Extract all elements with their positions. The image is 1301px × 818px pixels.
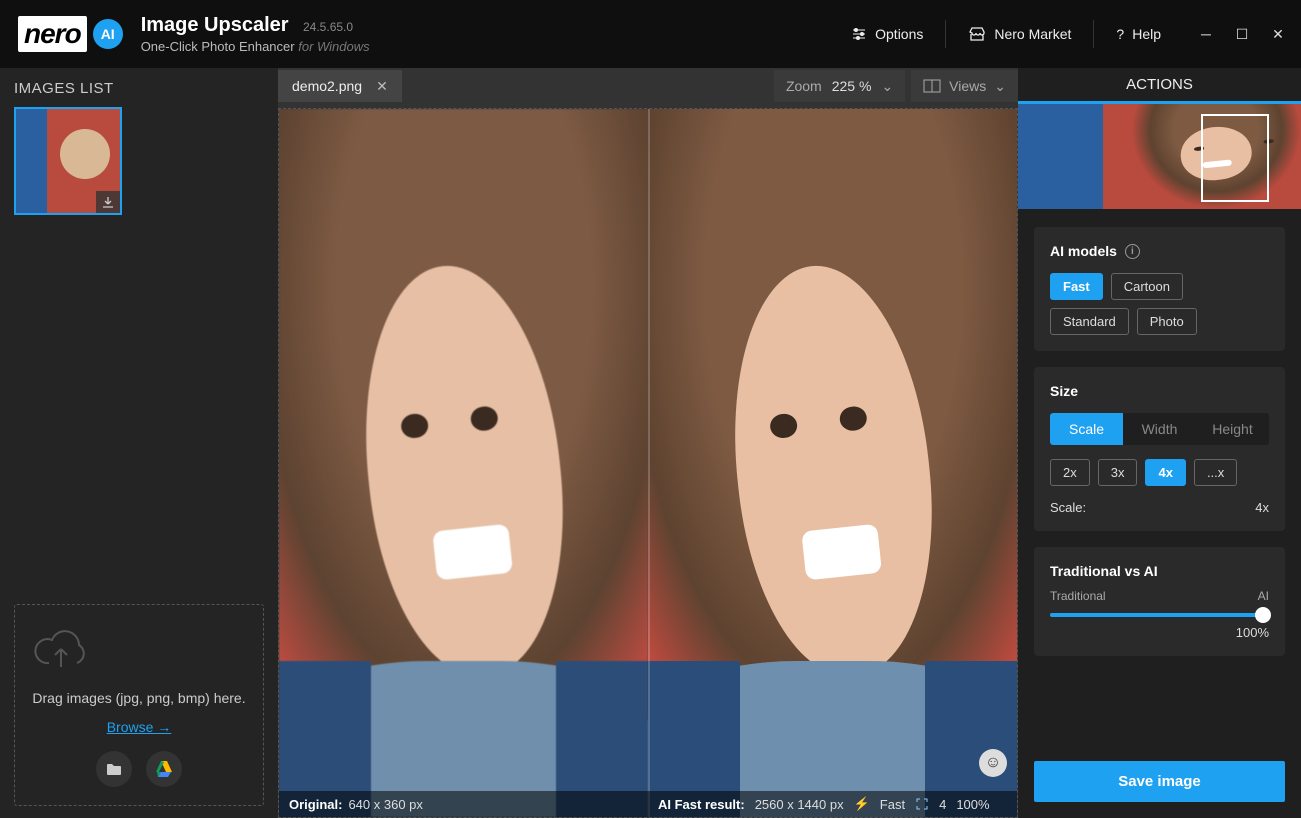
bolt-icon: ⚡: [854, 796, 870, 812]
result-pct: 100%: [956, 797, 989, 812]
views-control[interactable]: Views ⌄: [911, 70, 1018, 102]
cloud-upload-icon: [29, 627, 249, 675]
scale-key: Scale:: [1050, 500, 1086, 515]
scale-chip-3x[interactable]: 3x: [1098, 459, 1138, 486]
info-icon[interactable]: i: [1125, 244, 1140, 259]
actions-panel: ACTIONS AI models i Fast Cartoon Standard Ph…: [1018, 68, 1301, 818]
face-detect-button[interactable]: ☺: [979, 749, 1007, 777]
tvai-percent: 100%: [1050, 625, 1269, 640]
result-scale: 4: [939, 797, 946, 812]
gdrive-icon: [155, 761, 173, 777]
size-heading: Size: [1050, 383, 1269, 399]
file-tab-label: demo2.png: [292, 78, 362, 94]
chevron-down-icon: ⌄: [881, 78, 893, 95]
save-image-button[interactable]: Save image: [1034, 761, 1285, 802]
options-label: Options: [875, 26, 923, 42]
market-label: Nero Market: [994, 26, 1071, 42]
titlebar: nero AI Image Upscaler 24.5.65.0 One-Cli…: [0, 0, 1301, 68]
size-tab-scale[interactable]: Scale: [1050, 413, 1123, 445]
help-label: Help: [1132, 26, 1161, 42]
result-mode: Fast: [880, 797, 905, 812]
scale-chip-4x[interactable]: 4x: [1145, 459, 1185, 486]
app-title: Image Upscaler: [141, 14, 289, 37]
tab-close-button[interactable]: ✕: [376, 78, 388, 95]
minimize-button[interactable]: ─: [1199, 26, 1213, 43]
scale-value: 4x: [1255, 500, 1269, 515]
model-chip-standard[interactable]: Standard: [1050, 308, 1129, 335]
actions-heading: ACTIONS: [1018, 68, 1301, 104]
nero-logo: nero: [18, 16, 87, 52]
expand-icon: [915, 797, 929, 811]
comparison-canvas[interactable]: ☺ Original: 640 x 360 px AI Fast result:…: [278, 108, 1018, 818]
original-label: Original:: [289, 797, 342, 812]
download-thumb-button[interactable]: [96, 191, 120, 213]
zoom-control[interactable]: Zoom 225 % ⌄: [774, 70, 905, 102]
folder-button[interactable]: [96, 751, 132, 787]
market-icon: [968, 26, 986, 42]
zoom-label: Zoom: [786, 78, 822, 94]
viewport-indicator[interactable]: [1201, 114, 1269, 202]
editor-center: demo2.png ✕ Zoom 225 % ⌄ Views ⌄ ☺ Origi…: [278, 68, 1018, 818]
sliders-icon: [851, 26, 867, 42]
size-tab-height[interactable]: Height: [1196, 413, 1269, 445]
result-label: AI Fast result:: [658, 797, 745, 812]
model-chip-cartoon[interactable]: Cartoon: [1111, 273, 1183, 300]
app-subtitle: One-Click Photo Enhancer: [141, 39, 295, 54]
ai-models-group: AI models i Fast Cartoon Standard Photo: [1034, 227, 1285, 351]
ai-badge-icon: AI: [93, 19, 123, 49]
split-view-icon: [923, 79, 941, 93]
model-chip-photo[interactable]: Photo: [1137, 308, 1197, 335]
size-group: Size ScaleWidthHeight 2x3x4x...x Scale: …: [1034, 367, 1285, 531]
app-version: 24.5.65.0: [303, 20, 353, 34]
tvai-heading: Traditional vs AI: [1050, 563, 1269, 579]
download-icon: [101, 195, 115, 209]
zoom-value: 225 %: [832, 78, 872, 94]
images-list-heading: IMAGES LIST: [14, 80, 264, 97]
compare-divider[interactable]: [648, 109, 650, 817]
tvai-left-label: Traditional: [1050, 589, 1106, 603]
chevron-down-icon: ⌄: [994, 78, 1006, 95]
slider-thumb[interactable]: [1255, 607, 1271, 623]
browse-link[interactable]: Browse →: [107, 719, 172, 735]
market-button[interactable]: Nero Market: [950, 18, 1089, 50]
original-dims: 640 x 360 px: [348, 797, 422, 812]
tvai-right-label: AI: [1258, 589, 1269, 603]
file-tab[interactable]: demo2.png ✕: [278, 70, 402, 102]
scale-chip-2x[interactable]: 2x: [1050, 459, 1090, 486]
maximize-button[interactable]: ☐: [1235, 26, 1249, 43]
result-dims: 2560 x 1440 px: [755, 797, 844, 812]
size-tab-width[interactable]: Width: [1123, 413, 1196, 445]
question-icon: ?: [1116, 26, 1124, 42]
help-button[interactable]: ? Help: [1098, 18, 1179, 50]
traditional-vs-ai-group: Traditional vs AI Traditional AI 100%: [1034, 547, 1285, 656]
dropzone[interactable]: Drag images (jpg, png, bmp) here. Browse…: [14, 604, 264, 806]
dropzone-text: Drag images (jpg, png, bmp) here.: [29, 687, 249, 709]
scale-chip-x[interactable]: ...x: [1194, 459, 1237, 486]
images-sidebar: IMAGES LIST Drag images (jpg, png, bmp) …: [0, 68, 278, 818]
gdrive-button[interactable]: [146, 751, 182, 787]
model-chip-fast[interactable]: Fast: [1050, 273, 1103, 300]
navigator-preview[interactable]: [1018, 104, 1301, 209]
options-button[interactable]: Options: [833, 18, 941, 50]
folder-icon: [106, 762, 122, 776]
image-thumbnail[interactable]: [14, 107, 122, 215]
tvai-slider[interactable]: [1050, 613, 1269, 617]
views-label: Views: [949, 78, 986, 94]
ai-models-heading: AI models: [1050, 243, 1117, 259]
close-button[interactable]: ✕: [1271, 26, 1285, 43]
app-subtitle-suffix: for Windows: [298, 39, 369, 54]
